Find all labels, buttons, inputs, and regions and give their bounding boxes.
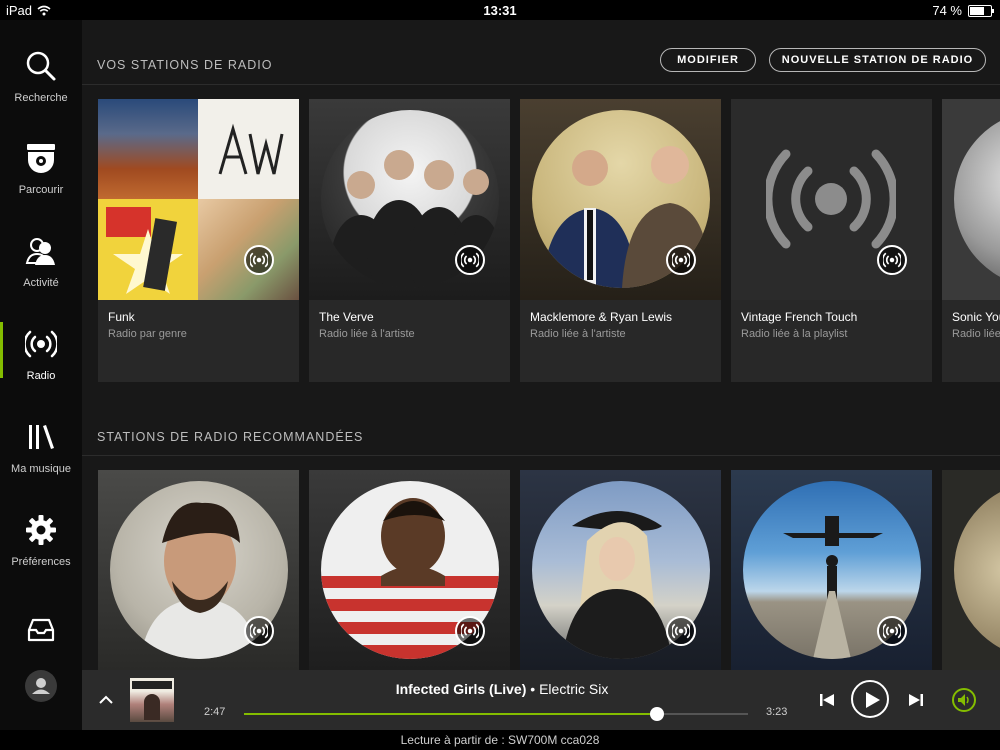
station-subtitle: Radio liée xyxy=(952,328,1000,340)
sidebar-item-label: Activité xyxy=(23,277,59,289)
radio-icon xyxy=(672,623,690,639)
sidebar-item-recherche[interactable]: Recherche xyxy=(0,42,82,122)
station-subtitle: Radio par genre xyxy=(108,328,187,340)
radio-icon xyxy=(672,252,690,268)
battery-icon xyxy=(968,4,994,17)
library-icon xyxy=(29,425,54,449)
sidebar-item-preferences[interactable]: Préférences xyxy=(0,506,82,586)
station-card-vintage-french-touch[interactable]: Vintage French Touch Radio liée à la pla… xyxy=(731,99,932,382)
play-button[interactable] xyxy=(851,680,889,718)
radio-icon xyxy=(883,252,901,268)
gear-icon xyxy=(26,515,56,545)
recommended-card[interactable] xyxy=(520,470,721,670)
sidebar-item-label: Ma musique xyxy=(11,463,71,475)
sidebar: Recherche Parcourir Activité Radio Ma mu… xyxy=(0,20,82,750)
album-art[interactable] xyxy=(130,678,174,722)
radio-icon xyxy=(250,252,268,268)
track-title: Infected Girls (Live) xyxy=(395,681,527,697)
progress-bar[interactable] xyxy=(244,707,748,721)
previous-track-icon[interactable] xyxy=(819,692,835,708)
genre-collage-art xyxy=(98,99,299,300)
chevron-up-icon[interactable] xyxy=(98,693,114,707)
radio-badge xyxy=(244,245,274,275)
section-divider xyxy=(82,84,1000,85)
radio-badge xyxy=(877,616,907,646)
station-title: Funk xyxy=(108,310,135,324)
activity-icon xyxy=(25,238,55,265)
new-station-button[interactable]: NOUVELLE STATION DE RADIO xyxy=(769,48,986,72)
station-title: Macklemore & Ryan Lewis xyxy=(530,310,673,324)
radio-badge xyxy=(877,245,907,275)
sidebar-item-ma-musique[interactable]: Ma musique xyxy=(0,413,82,493)
radio-icon xyxy=(883,623,901,639)
radio-icon xyxy=(250,623,268,639)
radio-badge xyxy=(455,616,485,646)
inbox-icon[interactable] xyxy=(27,618,55,642)
station-subtitle: Radio liée à la playlist xyxy=(741,328,848,340)
station-title: Sonic You xyxy=(952,310,1000,324)
section-divider xyxy=(82,455,1000,456)
progress-knob[interactable] xyxy=(650,707,665,721)
search-icon xyxy=(26,51,56,81)
station-subtitle: Radio liée à l'artiste xyxy=(530,328,626,340)
sidebar-item-parcourir[interactable]: Parcourir xyxy=(0,134,82,214)
battery-percent: 74 % xyxy=(932,3,962,18)
station-title: The Verve xyxy=(319,310,374,324)
station-card-funk[interactable]: Funk Radio par genre xyxy=(98,99,299,382)
radio-badge xyxy=(244,616,274,646)
section-title-recommended: STATIONS DE RADIO RECOMMANDÉES xyxy=(97,430,364,444)
user-icon xyxy=(32,678,50,694)
avatar[interactable] xyxy=(25,670,57,702)
clock: 13:31 xyxy=(483,3,517,18)
playing-from-device: Lecture à partir de : SW700M cca028 xyxy=(0,730,1000,750)
total-time: 3:23 xyxy=(766,706,788,718)
edit-button[interactable]: MODIFIER xyxy=(660,48,756,72)
speaker-icon xyxy=(958,694,969,706)
station-title: Vintage French Touch xyxy=(741,310,858,324)
devices-button[interactable] xyxy=(952,688,976,712)
radio-badge xyxy=(666,616,696,646)
radio-icon xyxy=(461,252,479,268)
station-subtitle: Radio liée à l'artiste xyxy=(319,328,415,340)
artist-name: Electric Six xyxy=(539,681,609,697)
play-icon xyxy=(866,692,880,708)
sidebar-item-label: Radio xyxy=(26,370,56,382)
radio-page: VOS STATIONS DE RADIO MODIFIER NOUVELLE … xyxy=(82,20,1000,670)
recommended-card[interactable] xyxy=(98,470,299,670)
radio-badge xyxy=(455,245,485,275)
sidebar-item-label: Recherche xyxy=(14,92,68,104)
radio-icon xyxy=(766,149,896,249)
sidebar-item-activite[interactable]: Activité xyxy=(0,227,82,307)
artist-photo xyxy=(954,110,1000,288)
station-card-macklemore-ryan-lewis[interactable]: Macklemore & Ryan Lewis Radio liée à l'a… xyxy=(520,99,721,382)
radio-badge xyxy=(666,245,696,275)
recommended-card[interactable] xyxy=(309,470,510,670)
station-card-the-verve[interactable]: The Verve Radio liée à l'artiste xyxy=(309,99,510,382)
radio-icon xyxy=(461,623,479,639)
separator: • xyxy=(530,681,536,697)
recommended-card[interactable] xyxy=(731,470,932,670)
artist-photo xyxy=(954,481,1000,659)
radio-icon xyxy=(25,330,57,358)
recommended-card[interactable] xyxy=(942,470,1000,670)
next-track-icon[interactable] xyxy=(908,692,924,708)
sidebar-item-radio[interactable]: Radio xyxy=(0,320,82,400)
browse-icon xyxy=(27,144,55,173)
status-bar: iPad 13:31 74 % xyxy=(0,0,1000,20)
sidebar-item-label: Parcourir xyxy=(18,184,64,196)
station-card-sonic-youth[interactable]: Sonic You Radio liée xyxy=(942,99,1000,382)
section-title-your-stations: VOS STATIONS DE RADIO xyxy=(97,58,273,72)
elapsed-time: 2:47 xyxy=(204,706,226,718)
track-info: Infected Girls (Live) • Electric Six xyxy=(262,681,742,697)
now-playing-bar: Infected Girls (Live) • Electric Six 2:4… xyxy=(82,670,1000,730)
sidebar-item-label: Préférences xyxy=(11,556,71,568)
